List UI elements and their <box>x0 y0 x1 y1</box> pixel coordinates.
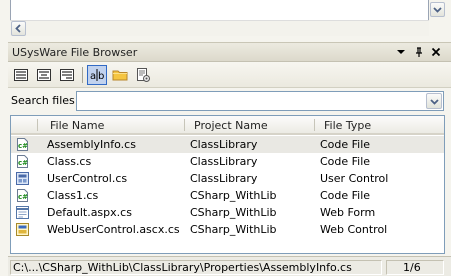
svg-text:c#: c# <box>18 193 28 201</box>
tool-window-titlebar: USysWare File Browser <box>8 42 451 62</box>
file-row[interactable]: Default.aspx.cs CSharp_WithLib Web Form <box>11 204 444 221</box>
chevron-left-icon <box>15 24 21 33</box>
properties-button[interactable] <box>133 65 153 85</box>
status-count: 1/6 <box>386 260 444 275</box>
scroll-left-button[interactable] <box>11 21 26 36</box>
close-icon <box>431 47 441 57</box>
toolbar-separator <box>82 67 83 83</box>
view-option-1-icon <box>14 69 28 81</box>
column-header-file-type[interactable]: File Type <box>318 116 438 133</box>
view-option-3-button[interactable] <box>57 65 77 85</box>
scroll-down-button[interactable] <box>430 2 445 17</box>
view-option-3-icon <box>60 69 74 81</box>
search-label: Search files: <box>11 94 79 107</box>
upper-panel <box>0 0 451 38</box>
file-row[interactable]: WebUserControl.ascx.cs CSharp_WithLib Web … <box>11 221 444 238</box>
search-input[interactable] <box>77 92 423 110</box>
csharp-file-icon: c# <box>15 188 30 203</box>
svg-text:a: a <box>90 71 96 82</box>
column-separator <box>314 119 315 131</box>
view-option-1-button[interactable] <box>11 65 31 85</box>
web-control-icon <box>15 222 30 237</box>
file-name-cell: Default.aspx.cs <box>47 206 132 219</box>
properties-icon <box>137 68 150 82</box>
file-name-cell: WebUserControl.ascx.cs <box>47 223 180 236</box>
project-name-cell: CSharp_WithLib <box>190 189 277 202</box>
file-type-cell: User Control <box>320 172 389 185</box>
project-name-cell: CSharp_WithLib <box>190 206 277 219</box>
column-header-project-name[interactable]: Project Name <box>188 116 314 133</box>
project-name-cell: ClassLibrary <box>190 172 258 185</box>
svg-text:c#: c# <box>18 159 28 167</box>
project-name-cell: CSharp_WithLib <box>190 223 277 236</box>
file-row[interactable]: UserControl.cs ClassLibrary User Control <box>11 170 444 187</box>
column-header-file-name[interactable]: File Name <box>44 116 184 133</box>
file-list: File Name Project Name File Type c# Assem… <box>10 115 445 254</box>
view-option-2-icon <box>37 69 51 81</box>
match-case-icon: a b <box>90 69 104 82</box>
file-type-cell: Code File <box>320 138 371 151</box>
search-row: Search files: <box>8 89 451 113</box>
file-row[interactable]: c# Class.cs ClassLibrary Code File <box>11 153 444 170</box>
status-bar: C:\...\CSharp_WithLib\ClassLibrary\Prope… <box>8 256 451 276</box>
svg-text:b: b <box>98 71 104 82</box>
file-type-cell: Web Control <box>320 223 388 236</box>
file-row[interactable]: c# Class1.cs CSharp_WithLib Code File <box>11 187 444 204</box>
file-name-cell: UserControl.cs <box>47 172 128 185</box>
user-control-icon <box>15 171 30 186</box>
file-name-cell: Class.cs <box>47 155 92 168</box>
auto-hide-button[interactable] <box>412 45 426 59</box>
match-case-button[interactable]: a b <box>87 65 107 85</box>
search-dropdown-button[interactable] <box>426 93 442 109</box>
close-button[interactable] <box>429 45 443 59</box>
folder-button[interactable] <box>110 65 130 85</box>
list-header: File Name Project Name File Type <box>11 116 444 135</box>
dropdown-arrow-icon <box>397 50 405 54</box>
folder-icon <box>112 70 128 81</box>
project-name-cell: ClassLibrary <box>190 138 258 151</box>
file-name-cell: AssemblyInfo.cs <box>47 138 136 151</box>
pin-icon <box>416 47 422 57</box>
file-type-cell: Code File <box>320 155 371 168</box>
column-separator <box>37 119 38 131</box>
status-path: C:\...\CSharp_WithLib\ClassLibrary\Prope… <box>10 260 382 275</box>
file-row[interactable]: c# AssemblyInfo.cs ClassLibrary Code File <box>11 136 444 153</box>
search-combobox[interactable] <box>76 91 444 111</box>
window-position-button[interactable] <box>394 45 408 59</box>
file-name-cell: Class1.cs <box>47 189 99 202</box>
toolbar: a b <box>8 62 451 88</box>
window-title: USysWare File Browser <box>12 46 138 59</box>
csharp-file-icon: c# <box>15 154 30 169</box>
column-separator <box>184 119 185 131</box>
file-type-cell: Web Form <box>320 206 376 219</box>
file-type-cell: Code File <box>320 189 371 202</box>
project-name-cell: ClassLibrary <box>190 155 258 168</box>
view-option-2-button[interactable] <box>34 65 54 85</box>
csharp-file-icon: c# <box>15 137 30 152</box>
chevron-down-icon <box>433 7 442 13</box>
horizontal-scrollbar[interactable] <box>10 20 429 36</box>
chevron-down-icon <box>429 98 439 105</box>
svg-text:c#: c# <box>18 142 28 150</box>
web-form-icon <box>15 205 30 220</box>
